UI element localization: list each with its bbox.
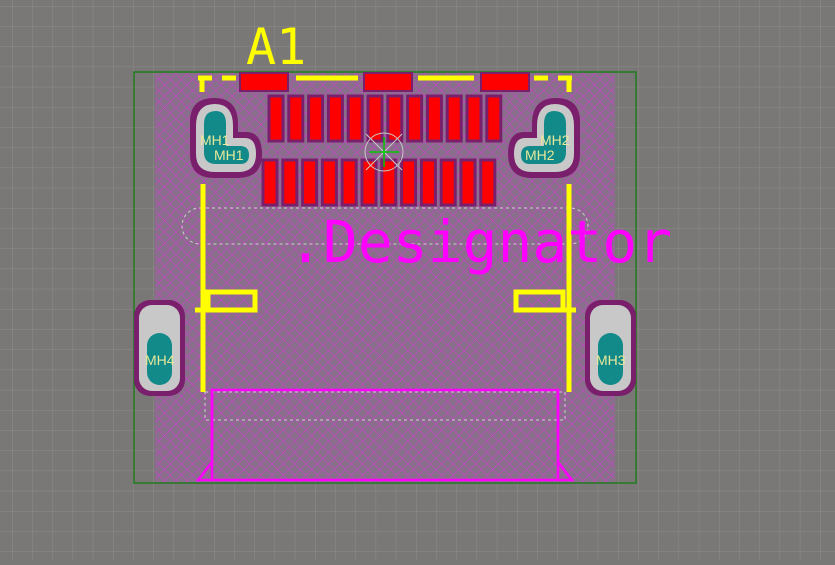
smd-pad — [485, 94, 503, 143]
smd-pad — [439, 158, 457, 207]
smd-pad — [267, 94, 285, 143]
smd-pad — [406, 94, 424, 143]
mh1-label-b: MH1 — [214, 147, 244, 163]
smd-pad — [320, 158, 338, 207]
smd-pad — [287, 94, 305, 143]
smd-pad — [366, 94, 384, 143]
smd-pad — [400, 158, 418, 207]
designator-text[interactable]: .Designator — [288, 208, 672, 276]
mh1-label-a: MH1 — [200, 132, 230, 148]
mh2-label-b: MH2 — [525, 147, 555, 163]
mh3-label: MH3 — [596, 352, 626, 368]
mounting-hole-mh3[interactable]: MH3 — [585, 300, 636, 396]
smd-pad — [465, 94, 483, 143]
smd-pad — [445, 94, 463, 143]
smd-pad — [479, 158, 497, 207]
smd-pad — [419, 158, 437, 207]
smd-pad — [340, 158, 358, 207]
mh2-label-a: MH2 — [540, 132, 570, 148]
mh4-label: MH4 — [145, 352, 175, 368]
pcb-canvas[interactable]: MH1 MH1 MH2 MH2 MH4 MH3 .Designator A1 — [0, 0, 835, 561]
smd-pad — [326, 94, 344, 143]
mounting-hole-mh4[interactable]: MH4 — [134, 300, 185, 396]
smd-pad — [301, 158, 319, 207]
smd-pad — [346, 94, 364, 143]
smd-pad — [459, 158, 477, 207]
smd-pad — [425, 94, 443, 143]
origin-marker — [364, 132, 404, 172]
smd-pad — [307, 94, 325, 143]
smd-pad — [281, 158, 299, 207]
smd-pad — [261, 158, 279, 207]
designator-label[interactable]: A1 — [246, 18, 306, 76]
footprint-view[interactable]: MH1 MH1 MH2 MH2 MH4 MH3 .Designator A1 — [0, 0, 835, 561]
